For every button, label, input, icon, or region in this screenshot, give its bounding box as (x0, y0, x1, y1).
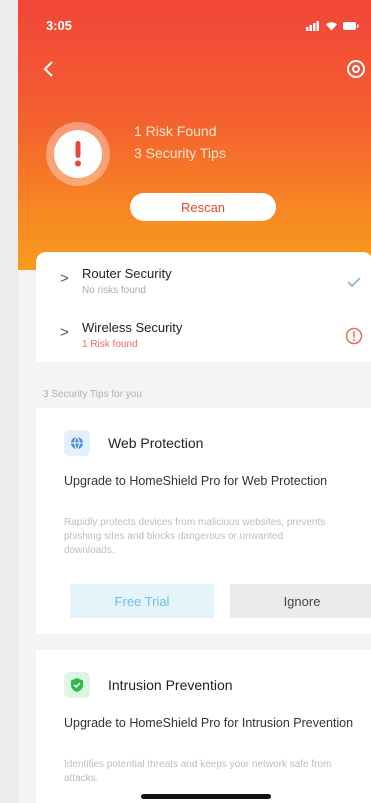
phone-screen: 3:05 1 Risk Found 3 Security Tips Rescan… (18, 0, 371, 803)
exclamation-icon (75, 141, 81, 167)
tip-description: Rapidly protects devices from malicious … (64, 517, 326, 556)
tip-card-web-protection: Web Protection Upgrade to HomeShield Pro… (36, 408, 371, 634)
home-indicator[interactable] (141, 794, 271, 799)
checkmark-icon (347, 277, 361, 288)
alert-badge (46, 122, 110, 186)
tip-description: Identifies potential threats and keeps y… (64, 759, 332, 784)
risk-count: 1 Risk Found (134, 123, 217, 139)
battery-icon (343, 21, 359, 30)
tip-upgrade-text: Upgrade to HomeShield Pro for Intrusion … (64, 716, 354, 730)
rescan-button[interactable]: Rescan (130, 193, 276, 221)
check-title: Wireless Security (82, 320, 183, 335)
settings-button[interactable] (345, 58, 367, 80)
tip-title: Intrusion Prevention (108, 677, 233, 693)
gear-icon (347, 60, 365, 78)
warning-circle-icon (345, 327, 363, 345)
shield-check-icon (64, 672, 90, 698)
chevron-right-icon: > (60, 270, 69, 287)
chevron-left-icon (43, 61, 53, 77)
wifi-icon (326, 21, 337, 30)
back-button[interactable] (38, 58, 60, 80)
tips-section-label: 3 Security Tips for you (43, 389, 142, 400)
status-time: 3:05 (46, 18, 73, 33)
ignore-button[interactable]: Ignore (230, 584, 371, 618)
tip-title: Web Protection (108, 435, 204, 451)
check-status: 1 Risk found (82, 339, 138, 350)
tip-actions: Free Trial Ignore (70, 584, 371, 618)
chevron-right-icon: > (60, 324, 69, 341)
system-icons (306, 18, 359, 33)
alert-inner (54, 130, 102, 178)
scan-results-panel: > Router Security No risks found > Wirel… (36, 252, 371, 362)
check-row-router[interactable]: > Router Security No risks found (36, 256, 371, 310)
free-trial-button[interactable]: Free Trial (70, 584, 214, 618)
web-protection-icon (64, 430, 90, 456)
signal-icon (306, 20, 319, 31)
tip-header: Web Protection (64, 430, 203, 456)
tip-header: Intrusion Prevention (64, 672, 233, 698)
tip-upgrade-text: Upgrade to HomeShield Pro for Web Protec… (64, 474, 328, 488)
check-row-wireless[interactable]: > Wireless Security 1 Risk found (36, 310, 371, 364)
check-status: No risks found (82, 285, 146, 296)
tip-card-intrusion-prevention: Intrusion Prevention Upgrade to HomeShie… (36, 650, 371, 803)
security-hero: 3:05 1 Risk Found 3 Security Tips Rescan (18, 0, 371, 270)
tips-count: 3 Security Tips (134, 145, 226, 161)
risk-summary: 1 Risk Found 3 Security Tips (134, 120, 226, 164)
check-title: Router Security (82, 266, 172, 281)
status-bar: 3:05 (46, 18, 359, 33)
